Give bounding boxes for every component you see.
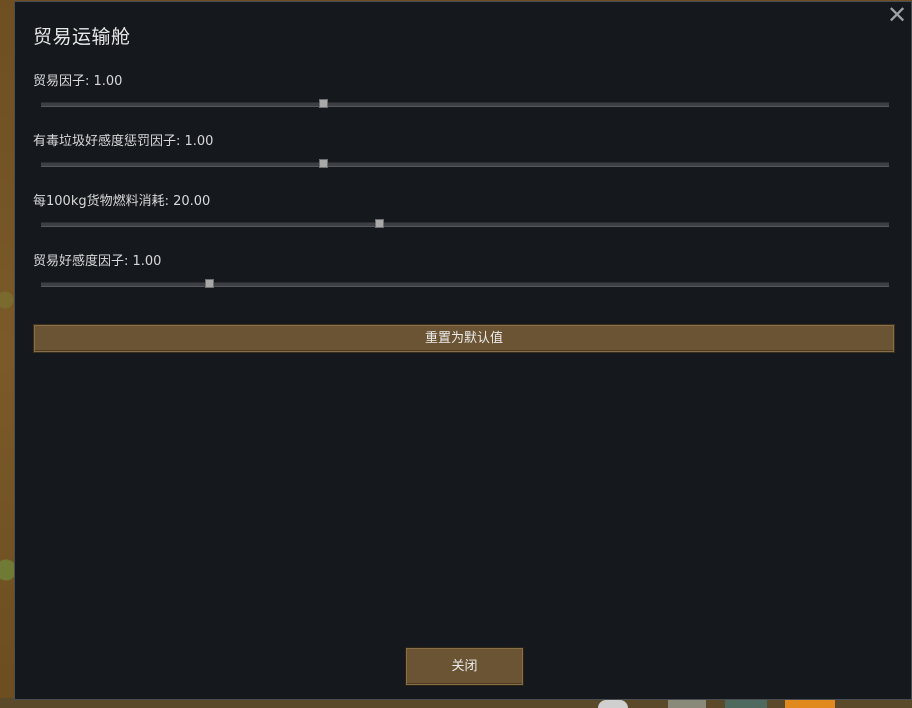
slider-track — [41, 222, 889, 227]
setting-toxic-waste-goodwill-factor: 有毒垃圾好感度惩罚因子: 1.00 — [33, 133, 893, 169]
slider-handle[interactable] — [375, 219, 385, 228]
setting-label: 贸易好感度因子: 1.00 — [33, 254, 162, 269]
setting-label: 贸易因子: 1.00 — [33, 74, 123, 89]
slider-track — [41, 162, 889, 167]
setting-label: 有毒垃圾好感度惩罚因子: 1.00 — [33, 134, 214, 149]
slider-handle[interactable] — [318, 159, 328, 168]
toxic-waste-goodwill-slider[interactable] — [41, 159, 889, 169]
slider-track — [41, 282, 889, 287]
reset-defaults-button[interactable]: 重置为默认值 — [33, 324, 895, 353]
close-button[interactable]: 关闭 — [405, 647, 524, 686]
slider-handle[interactable] — [204, 279, 214, 288]
setting-label: 每100kg货物燃料消耗: 20.00 — [33, 194, 211, 209]
setting-fuel-per-100kg: 每100kg货物燃料消耗: 20.00 — [33, 193, 893, 229]
setting-trade-factor: 贸易因子: 1.00 — [33, 73, 893, 109]
world-object — [785, 700, 835, 708]
trade-factor-slider[interactable] — [41, 99, 889, 109]
slider-track — [41, 102, 889, 107]
setting-trade-goodwill-factor: 贸易好感度因子: 1.00 — [33, 253, 893, 289]
trade-ships-settings-dialog: ✕ 贸易运输舱 贸易因子: 1.00 有毒垃圾好感度惩罚因子: 1.00 每10… — [14, 1, 912, 700]
close-icon[interactable]: ✕ — [885, 3, 909, 27]
dialog-title: 贸易运输舱 — [33, 26, 131, 48]
slider-handle[interactable] — [318, 99, 328, 108]
fuel-per-100kg-slider[interactable] — [41, 219, 889, 229]
trade-goodwill-slider[interactable] — [41, 279, 889, 289]
world-object — [598, 700, 628, 708]
world-object — [668, 700, 706, 708]
world-object — [725, 700, 767, 708]
